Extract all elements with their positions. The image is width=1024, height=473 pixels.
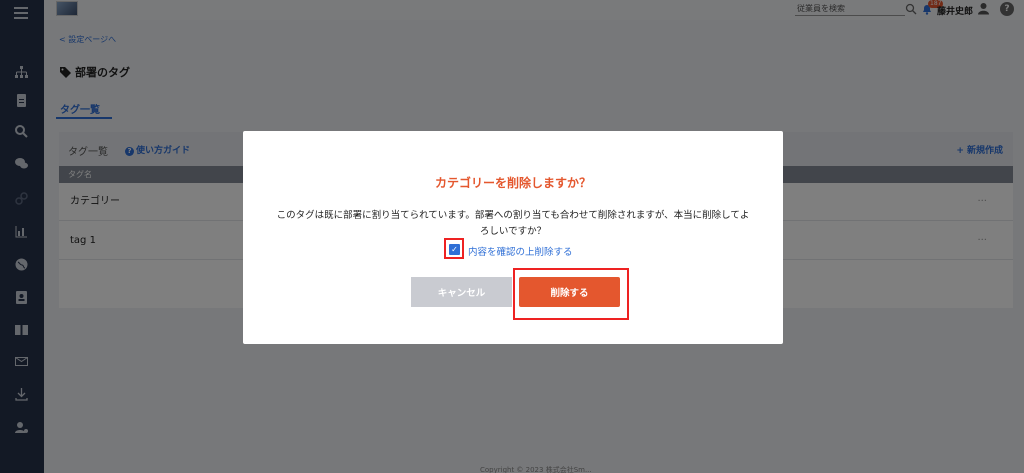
- dialog-title: カテゴリーを削除しますか？: [434, 176, 591, 190]
- cancel-button[interactable]: キャンセル: [411, 277, 512, 307]
- confirm-checkbox[interactable]: ✓: [449, 244, 460, 255]
- delete-confirm-dialog: カテゴリーを削除しますか？ このタグは既に部署に割り当てられています。部署への割…: [243, 131, 783, 344]
- dialog-message: このタグは既に部署に割り当てられています。部署への割り当ても合わせて削除されます…: [276, 210, 750, 237]
- confirm-checkbox-label[interactable]: 内容を確認の上削除する: [468, 244, 573, 258]
- highlight-box: [513, 268, 629, 320]
